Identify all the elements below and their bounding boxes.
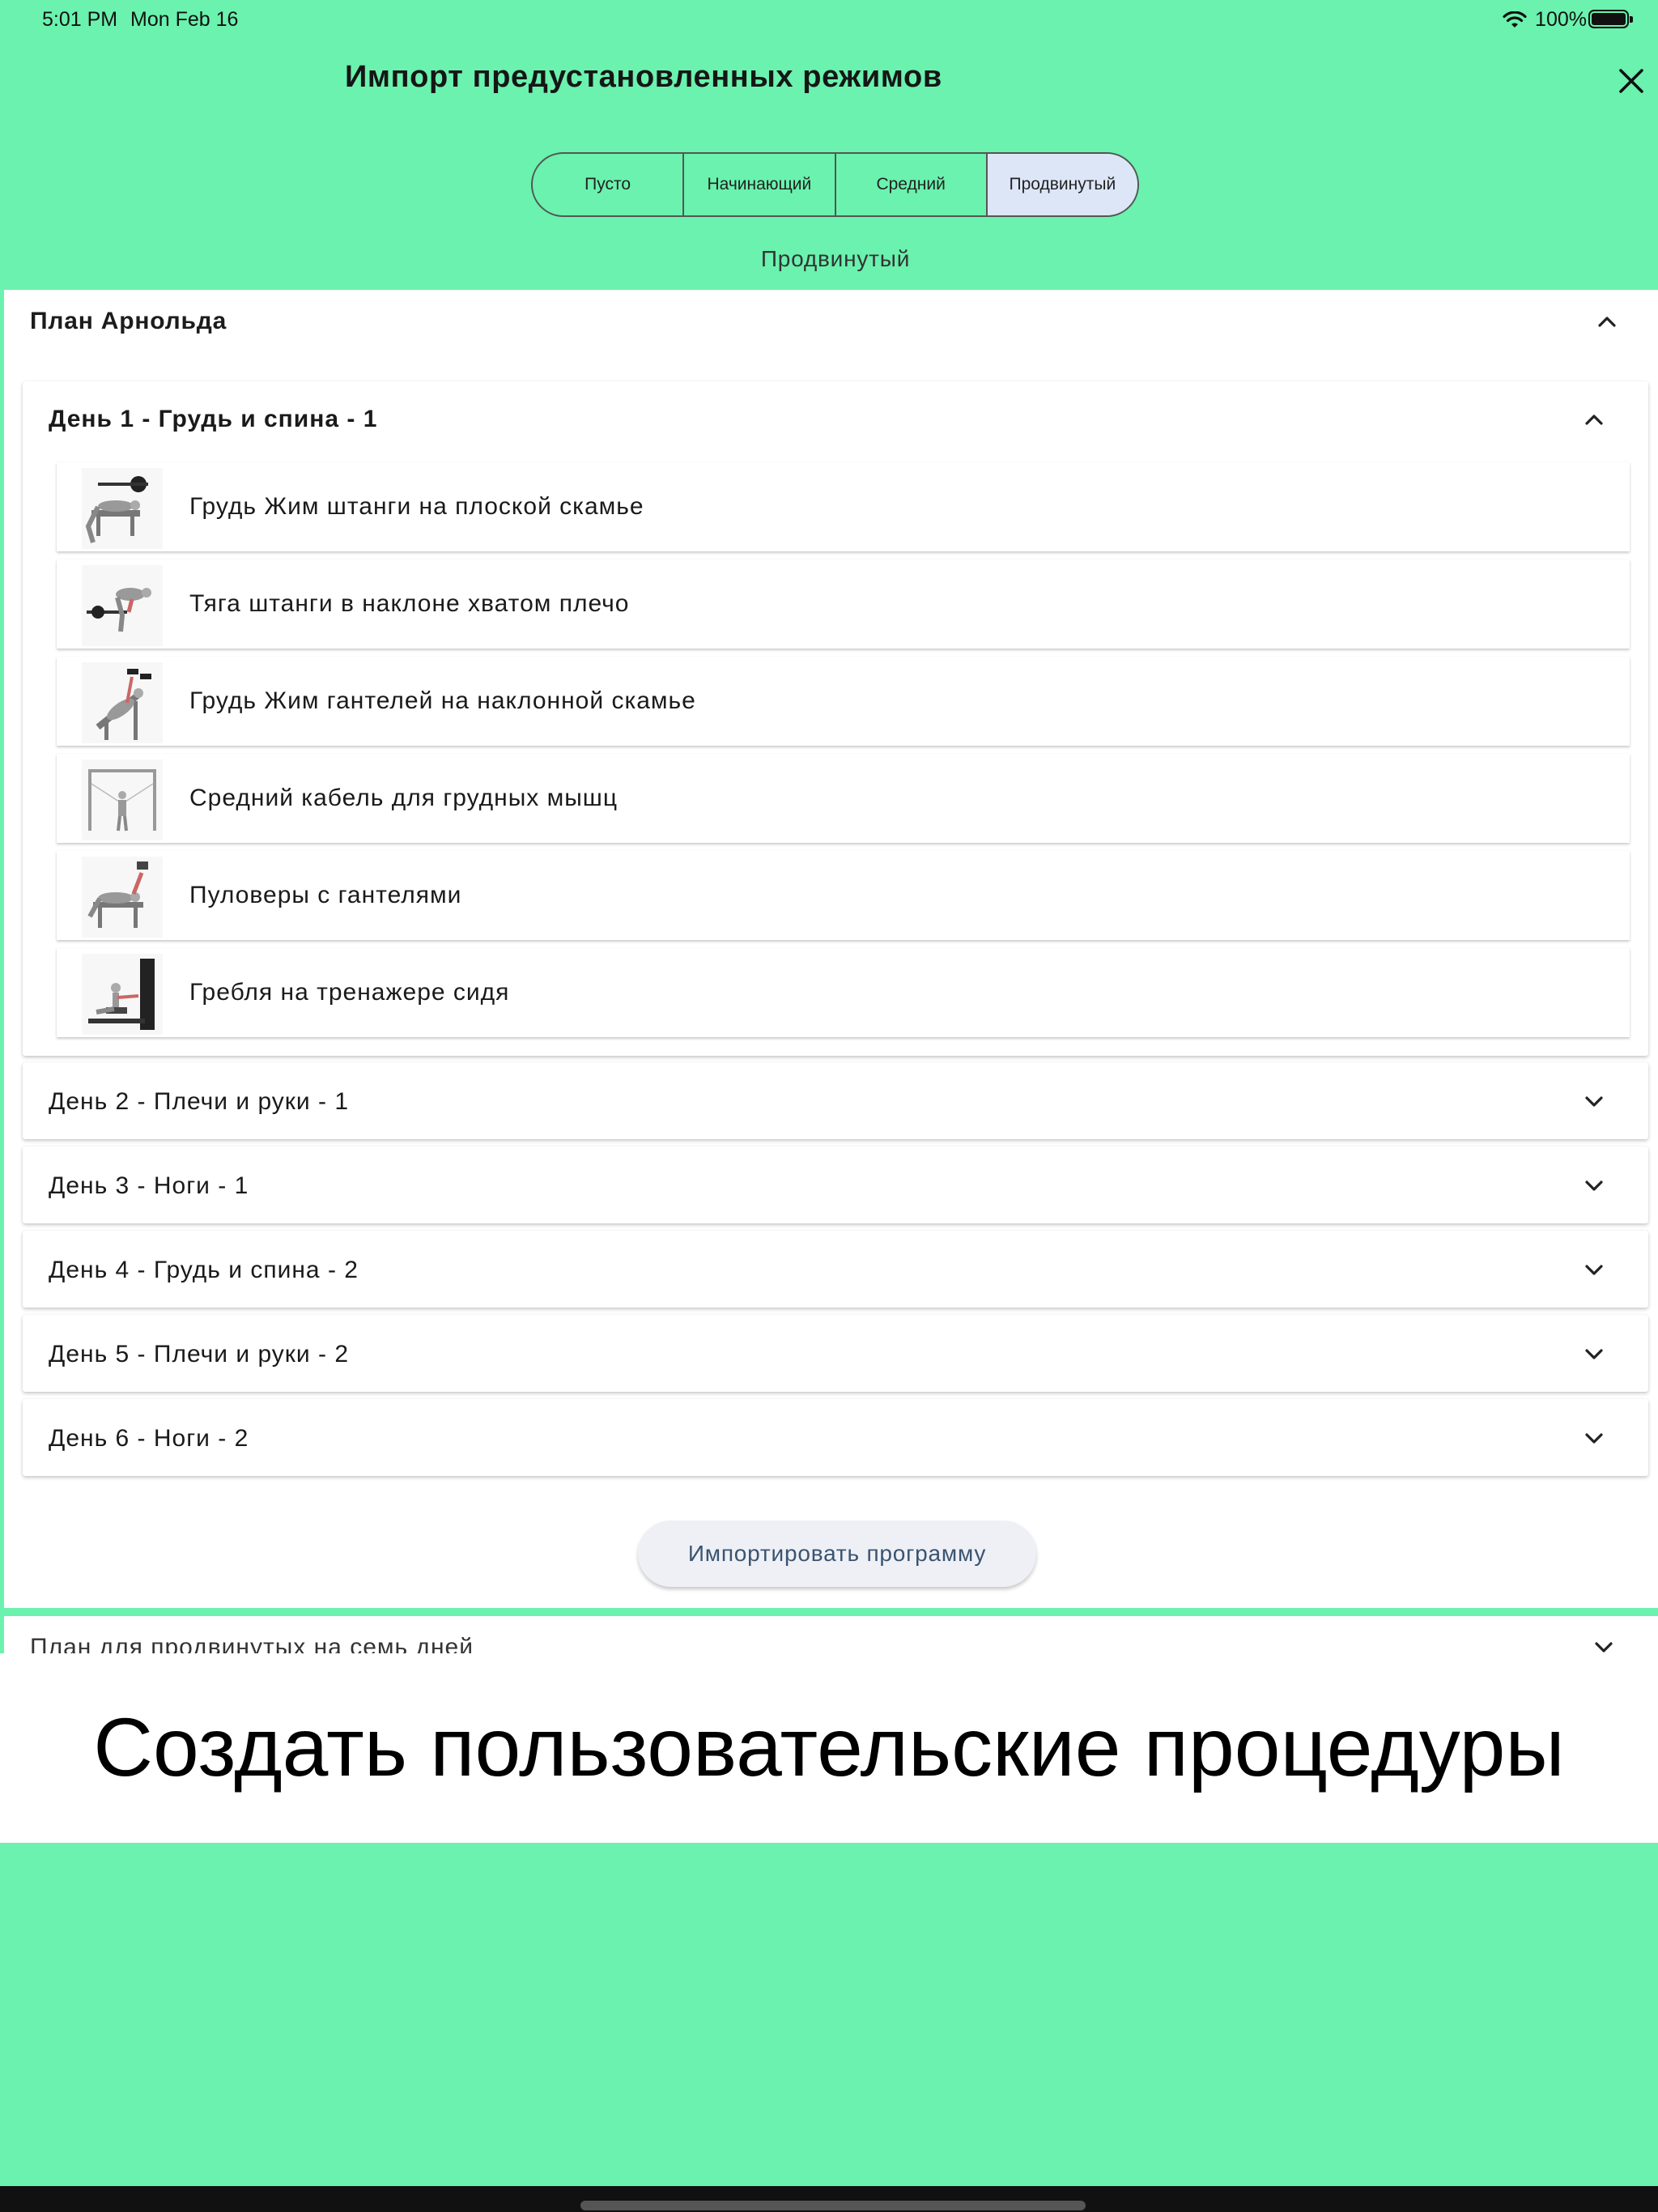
import-program-button[interactable]: Импортировать программу [638, 1521, 1036, 1587]
dumbbell-pullover-icon [82, 857, 163, 938]
day-card-expanded: День 1 - Грудь и спина - 1 Грудь Жим шта… [23, 381, 1648, 1056]
status-bar: 5:01 PM Mon Feb 16 100% [0, 0, 1658, 39]
battery-percent: 100% [1535, 8, 1587, 31]
chevron-down-icon[interactable] [1581, 1172, 1607, 1198]
cable-crossover-icon [82, 759, 163, 840]
exercise-item[interactable]: Тяга штанги в наклоне хватом плечо [57, 559, 1630, 649]
chevron-down-icon[interactable] [1581, 1341, 1607, 1367]
chevron-up-icon[interactable] [1581, 407, 1607, 433]
exercise-name: Грудь Жим штанги на плоской скамье [189, 493, 644, 520]
day-label: День 2 - Плечи и руки - 1 [49, 1088, 350, 1115]
difficulty-segmented-control: Пусто Начинающий Средний Продвинутый [531, 152, 1139, 217]
day-label: День 5 - Плечи и руки - 2 [49, 1341, 350, 1368]
home-indicator[interactable] [580, 2201, 1086, 2210]
plan-card: План Арнольда День 1 - Грудь и спина - 1… [4, 290, 1658, 1608]
chevron-down-icon[interactable] [1581, 1425, 1607, 1451]
chevron-up-icon[interactable] [1594, 309, 1620, 335]
close-icon[interactable] [1613, 63, 1649, 99]
bench-press-icon [82, 468, 163, 549]
exercise-item[interactable]: Грудь Жим гантелей на наклонной скамье [57, 657, 1630, 746]
promo-caption-band: Создать пользовательские процедуры [0, 1653, 1658, 1843]
exercise-name: Гребля на тренажере сидя [189, 979, 510, 1006]
day-card-collapsed[interactable]: День 3 - Ноги - 1 [23, 1146, 1648, 1223]
day-label: День 4 - Грудь и спина - 2 [49, 1257, 359, 1283]
segment-beginner[interactable]: Начинающий [684, 154, 836, 215]
day-card-collapsed[interactable]: День 2 - Плечи и руки - 1 [23, 1062, 1648, 1139]
segment-empty[interactable]: Пусто [533, 154, 685, 215]
status-date: Mon Feb 16 [130, 8, 239, 31]
day-card-collapsed[interactable]: День 6 - Ноги - 2 [23, 1399, 1648, 1476]
status-right: 100% [1503, 8, 1587, 32]
chevron-down-icon[interactable] [1581, 1257, 1607, 1283]
wifi-icon [1503, 11, 1527, 28]
exercise-name: Средний кабель для грудных мышц [189, 785, 619, 811]
plan-title[interactable]: План Арнольда [30, 308, 227, 335]
day-card-collapsed[interactable]: День 4 - Грудь и спина - 2 [23, 1231, 1648, 1308]
status-time: 5:01 PM [42, 8, 118, 31]
exercise-name: Тяга штанги в наклоне хватом плечо [189, 590, 630, 617]
selected-level-caption: Продвинутый [760, 246, 911, 271]
day-card-collapsed[interactable]: День 5 - Плечи и руки - 2 [23, 1315, 1648, 1392]
exercise-name: Пуловеры с гантелями [189, 882, 462, 908]
day-label: День 3 - Ноги - 1 [49, 1172, 249, 1199]
segment-advanced[interactable]: Продвинутый [987, 154, 1137, 215]
day-label: День 6 - Ноги - 2 [49, 1425, 249, 1452]
exercise-name: Грудь Жим гантелей на наклонной скамье [189, 687, 696, 714]
promo-caption: Создать пользовательские процедуры [93, 1701, 1565, 1793]
battery-icon [1588, 10, 1633, 28]
next-plan-card[interactable]: План для продвинутых на семь дней [4, 1616, 1658, 1653]
exercise-item[interactable]: Грудь Жим штанги на плоской скамье [57, 462, 1630, 551]
section-divider [0, 1608, 1658, 1616]
segment-intermediate[interactable]: Средний [836, 154, 988, 215]
page-title: Импорт предустановленных режимов [345, 60, 942, 94]
bent-over-row-icon [82, 565, 163, 646]
exercise-item[interactable]: Пуловеры с гантелями [57, 851, 1630, 940]
next-plan-title: План для продвинутых на семь дней [30, 1634, 474, 1653]
incline-dumbbell-press-icon [82, 662, 163, 743]
exercise-item[interactable]: Средний кабель для грудных мышц [57, 754, 1630, 843]
seated-row-machine-icon [82, 954, 163, 1035]
exercise-item[interactable]: Гребля на тренажере сидя [57, 948, 1630, 1037]
chevron-down-icon[interactable] [1581, 1088, 1607, 1114]
day-label[interactable]: День 1 - Грудь и спина - 1 [49, 406, 377, 433]
chevron-down-icon[interactable] [1591, 1634, 1617, 1653]
